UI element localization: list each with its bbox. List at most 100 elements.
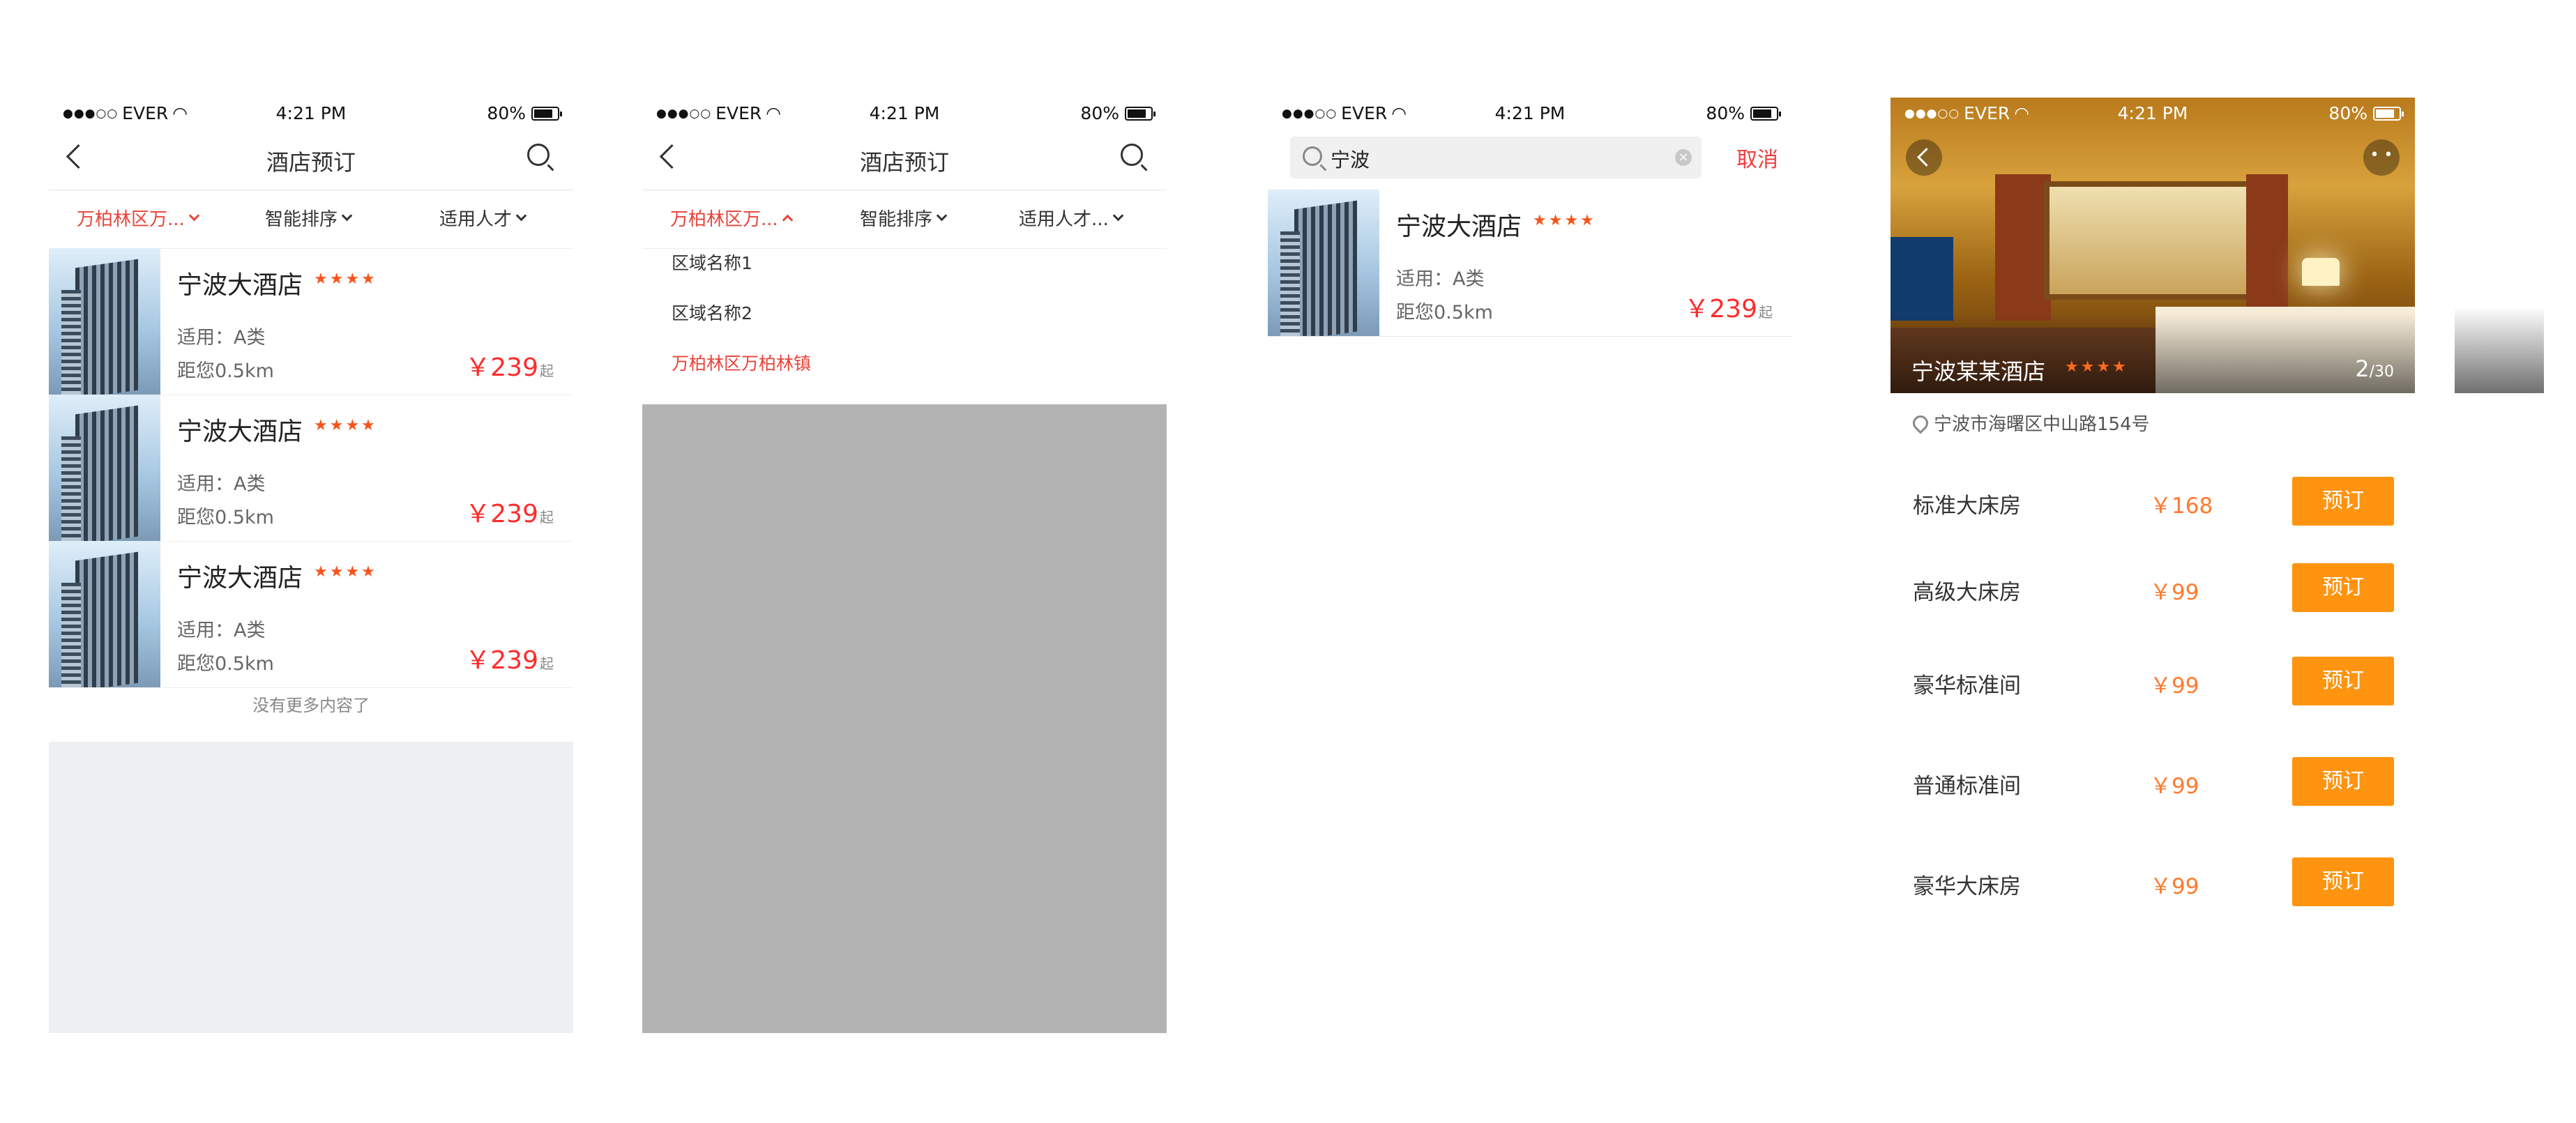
filter-region[interactable]: 万柏林区万... — [670, 205, 794, 231]
room-name: 标准大床房 — [1913, 494, 2021, 519]
battery-label: 80% — [487, 103, 526, 123]
battery-icon — [1750, 106, 1781, 121]
chevron-down-icon — [341, 210, 353, 222]
dim-overlay[interactable] — [642, 404, 1167, 1033]
hotel-name: 宁波大酒店 — [177, 564, 303, 593]
price-suffix: 起 — [1759, 304, 1773, 321]
price-value: ￥239 — [465, 500, 538, 528]
photo-counter: 2/30 — [2355, 356, 2394, 382]
hotel-thumbnail — [49, 541, 160, 687]
hotel-photo[interactable]: ●●●○○EVER◠ 4:21 PM 80% 宁波某某酒店 ★★★★ 2/30 — [1891, 98, 2415, 393]
book-button[interactable]: 预订 — [2292, 477, 2394, 526]
chevron-up-icon — [782, 214, 794, 226]
hotel-thumbnail — [49, 395, 160, 541]
filter-region[interactable]: 万柏林区万... — [77, 205, 200, 231]
hotel-list-item[interactable]: 宁波大酒店 ★★★★ 适用：A类 距您0.5km ￥239 起 — [49, 395, 573, 542]
room-row: 高级大床房 ￥99 预订 — [1913, 563, 2394, 612]
filter-sort[interactable]: 智能排序 — [265, 205, 353, 231]
clear-icon[interactable]: × — [1675, 149, 1692, 166]
room-row: 豪华标准间 ￥99 预订 — [1913, 657, 2394, 705]
star-rating: ★★★★ — [314, 270, 377, 288]
book-button[interactable]: 预订 — [2292, 857, 2394, 906]
book-button[interactable]: 预订 — [2292, 563, 2394, 612]
filter-bar: 万柏林区万... 智能排序 适用人才... — [642, 190, 1167, 249]
hotel-distance: 距您0.5km — [177, 507, 274, 528]
battery-icon — [1125, 106, 1156, 121]
search-input[interactable]: 宁波 — [1331, 145, 1370, 173]
page-title: 酒店预订 — [859, 149, 949, 176]
filter-sort[interactable]: 智能排序 — [860, 205, 948, 231]
room-row: 普通标准间 ￥99 预订 — [1913, 757, 2394, 806]
book-button[interactable]: 预订 — [2292, 757, 2394, 806]
star-rating: ★★★★ — [2065, 358, 2128, 376]
region-option[interactable]: 区域名称1 — [672, 250, 752, 275]
nav-bar: 酒店预订 — [642, 128, 1167, 190]
address-text: 宁波市海曙区中山路154号 — [1934, 414, 2150, 435]
chevron-down-icon — [936, 210, 948, 222]
hotel-list-item[interactable]: 宁波大酒店 ★★★★ 适用：A类 距您0.5km ￥239 起 — [49, 248, 573, 395]
room-price: ￥99 — [2150, 580, 2199, 605]
hotel-thumbnail — [1268, 190, 1379, 336]
room-row: 标准大床房 ￥168 预订 — [1913, 477, 2394, 526]
filter-sort-label: 智能排序 — [860, 209, 933, 230]
status-bar: ●●●○○ EVER ◠ 4:21 PM 80% — [642, 98, 1167, 128]
hotel-distance: 距您0.5km — [1396, 302, 1493, 323]
room-name: 豪华标准间 — [1913, 673, 2021, 698]
filter-talent[interactable]: 适用人才... — [1019, 205, 1124, 231]
page-title: 酒店预订 — [266, 149, 356, 176]
filter-bar: 万柏林区万... 智能排序 适用人才 — [49, 190, 573, 249]
back-icon[interactable] — [1906, 139, 1942, 176]
hotel-price: ￥239 起 — [465, 347, 554, 383]
room-price: ￥99 — [2150, 774, 2199, 799]
status-bar: ●●●○○ EVER ◠ 4:21 PM 80% — [1891, 98, 2415, 128]
chevron-down-icon — [515, 210, 527, 222]
battery-label: 80% — [1706, 103, 1745, 123]
region-option-selected[interactable]: 万柏林区万柏林镇 — [672, 350, 811, 375]
search-screen: ●●●○○ EVER ◠ 4:21 PM 80% 宁波 × 取消 宁波大酒店 ★★★… — [1268, 98, 1792, 1033]
status-bar: ●●●○○ EVER ◠ 4:21 PM 80% — [1268, 98, 1792, 128]
star-rating: ★★★★ — [1533, 212, 1596, 229]
filter-region-label: 万柏林区万... — [670, 209, 778, 230]
search-icon[interactable] — [1121, 144, 1143, 166]
search-icon — [1303, 146, 1322, 166]
region-filter-screen: ●●●○○ EVER ◠ 4:21 PM 80% 酒店预订 万柏林区万... 智能排… — [642, 98, 1167, 1033]
hotel-distance: 距您0.5km — [177, 360, 274, 382]
status-bar: ●●●○○ EVER ◠ 4:21 PM 80% — [49, 98, 573, 128]
hotel-list-item[interactable]: 宁波大酒店 ★★★★ 适用：A类 距您0.5km ￥239 起 — [49, 541, 573, 688]
hotel-list-screen: ●●●○○ EVER ◠ 4:21 PM 80% 酒店预订 万柏林区万... 智能排… — [49, 98, 573, 1033]
room-row: 豪华大床房 ￥99 预订 — [1913, 857, 2394, 906]
hotel-thumbnail — [49, 248, 160, 395]
battery-label: 80% — [1080, 103, 1119, 123]
search-icon[interactable] — [527, 144, 550, 166]
location-pin-icon — [1909, 411, 1932, 434]
search-box[interactable]: 宁波 × — [1290, 137, 1702, 178]
battery-icon — [531, 106, 562, 121]
room-name: 高级大床房 — [1913, 580, 2021, 605]
price-suffix: 起 — [540, 509, 554, 526]
cancel-button[interactable]: 取消 — [1736, 142, 1778, 173]
hotel-price: ￥239 起 — [465, 640, 554, 676]
region-option[interactable]: 区域名称2 — [672, 300, 752, 325]
empty-area — [49, 742, 573, 1033]
more-icon[interactable] — [2363, 139, 2400, 176]
hotel-name: 宁波大酒店 — [1396, 213, 1522, 241]
hotel-price: ￥239 起 — [465, 494, 554, 530]
no-more-text: 没有更多内容了 — [252, 696, 370, 715]
filter-talent[interactable]: 适用人才 — [439, 205, 527, 231]
hotel-address[interactable]: 宁波市海曙区中山路154号 — [1909, 410, 2150, 436]
star-rating: ★★★★ — [314, 563, 377, 581]
book-button[interactable]: 预订 — [2292, 657, 2394, 705]
hotel-price: ￥239 起 — [1684, 289, 1773, 325]
photo-total: /30 — [2369, 363, 2394, 381]
filter-sort-label: 智能排序 — [265, 209, 338, 230]
chevron-down-icon — [188, 210, 200, 222]
room-price: ￥99 — [2150, 673, 2199, 698]
filter-region-label: 万柏林区万... — [77, 209, 185, 230]
price-value: ￥239 — [465, 646, 538, 675]
hotel-list-item[interactable]: 宁波大酒店 ★★★★ 适用：A类 距您0.5km ￥239 起 — [1268, 190, 1792, 337]
chevron-down-icon — [1112, 210, 1124, 222]
room-name: 豪华大床房 — [1913, 874, 2021, 899]
filter-talent-label: 适用人才... — [1019, 209, 1109, 230]
hotel-type: 适用：A类 — [1396, 268, 1485, 290]
hotel-distance: 距您0.5km — [177, 653, 274, 675]
